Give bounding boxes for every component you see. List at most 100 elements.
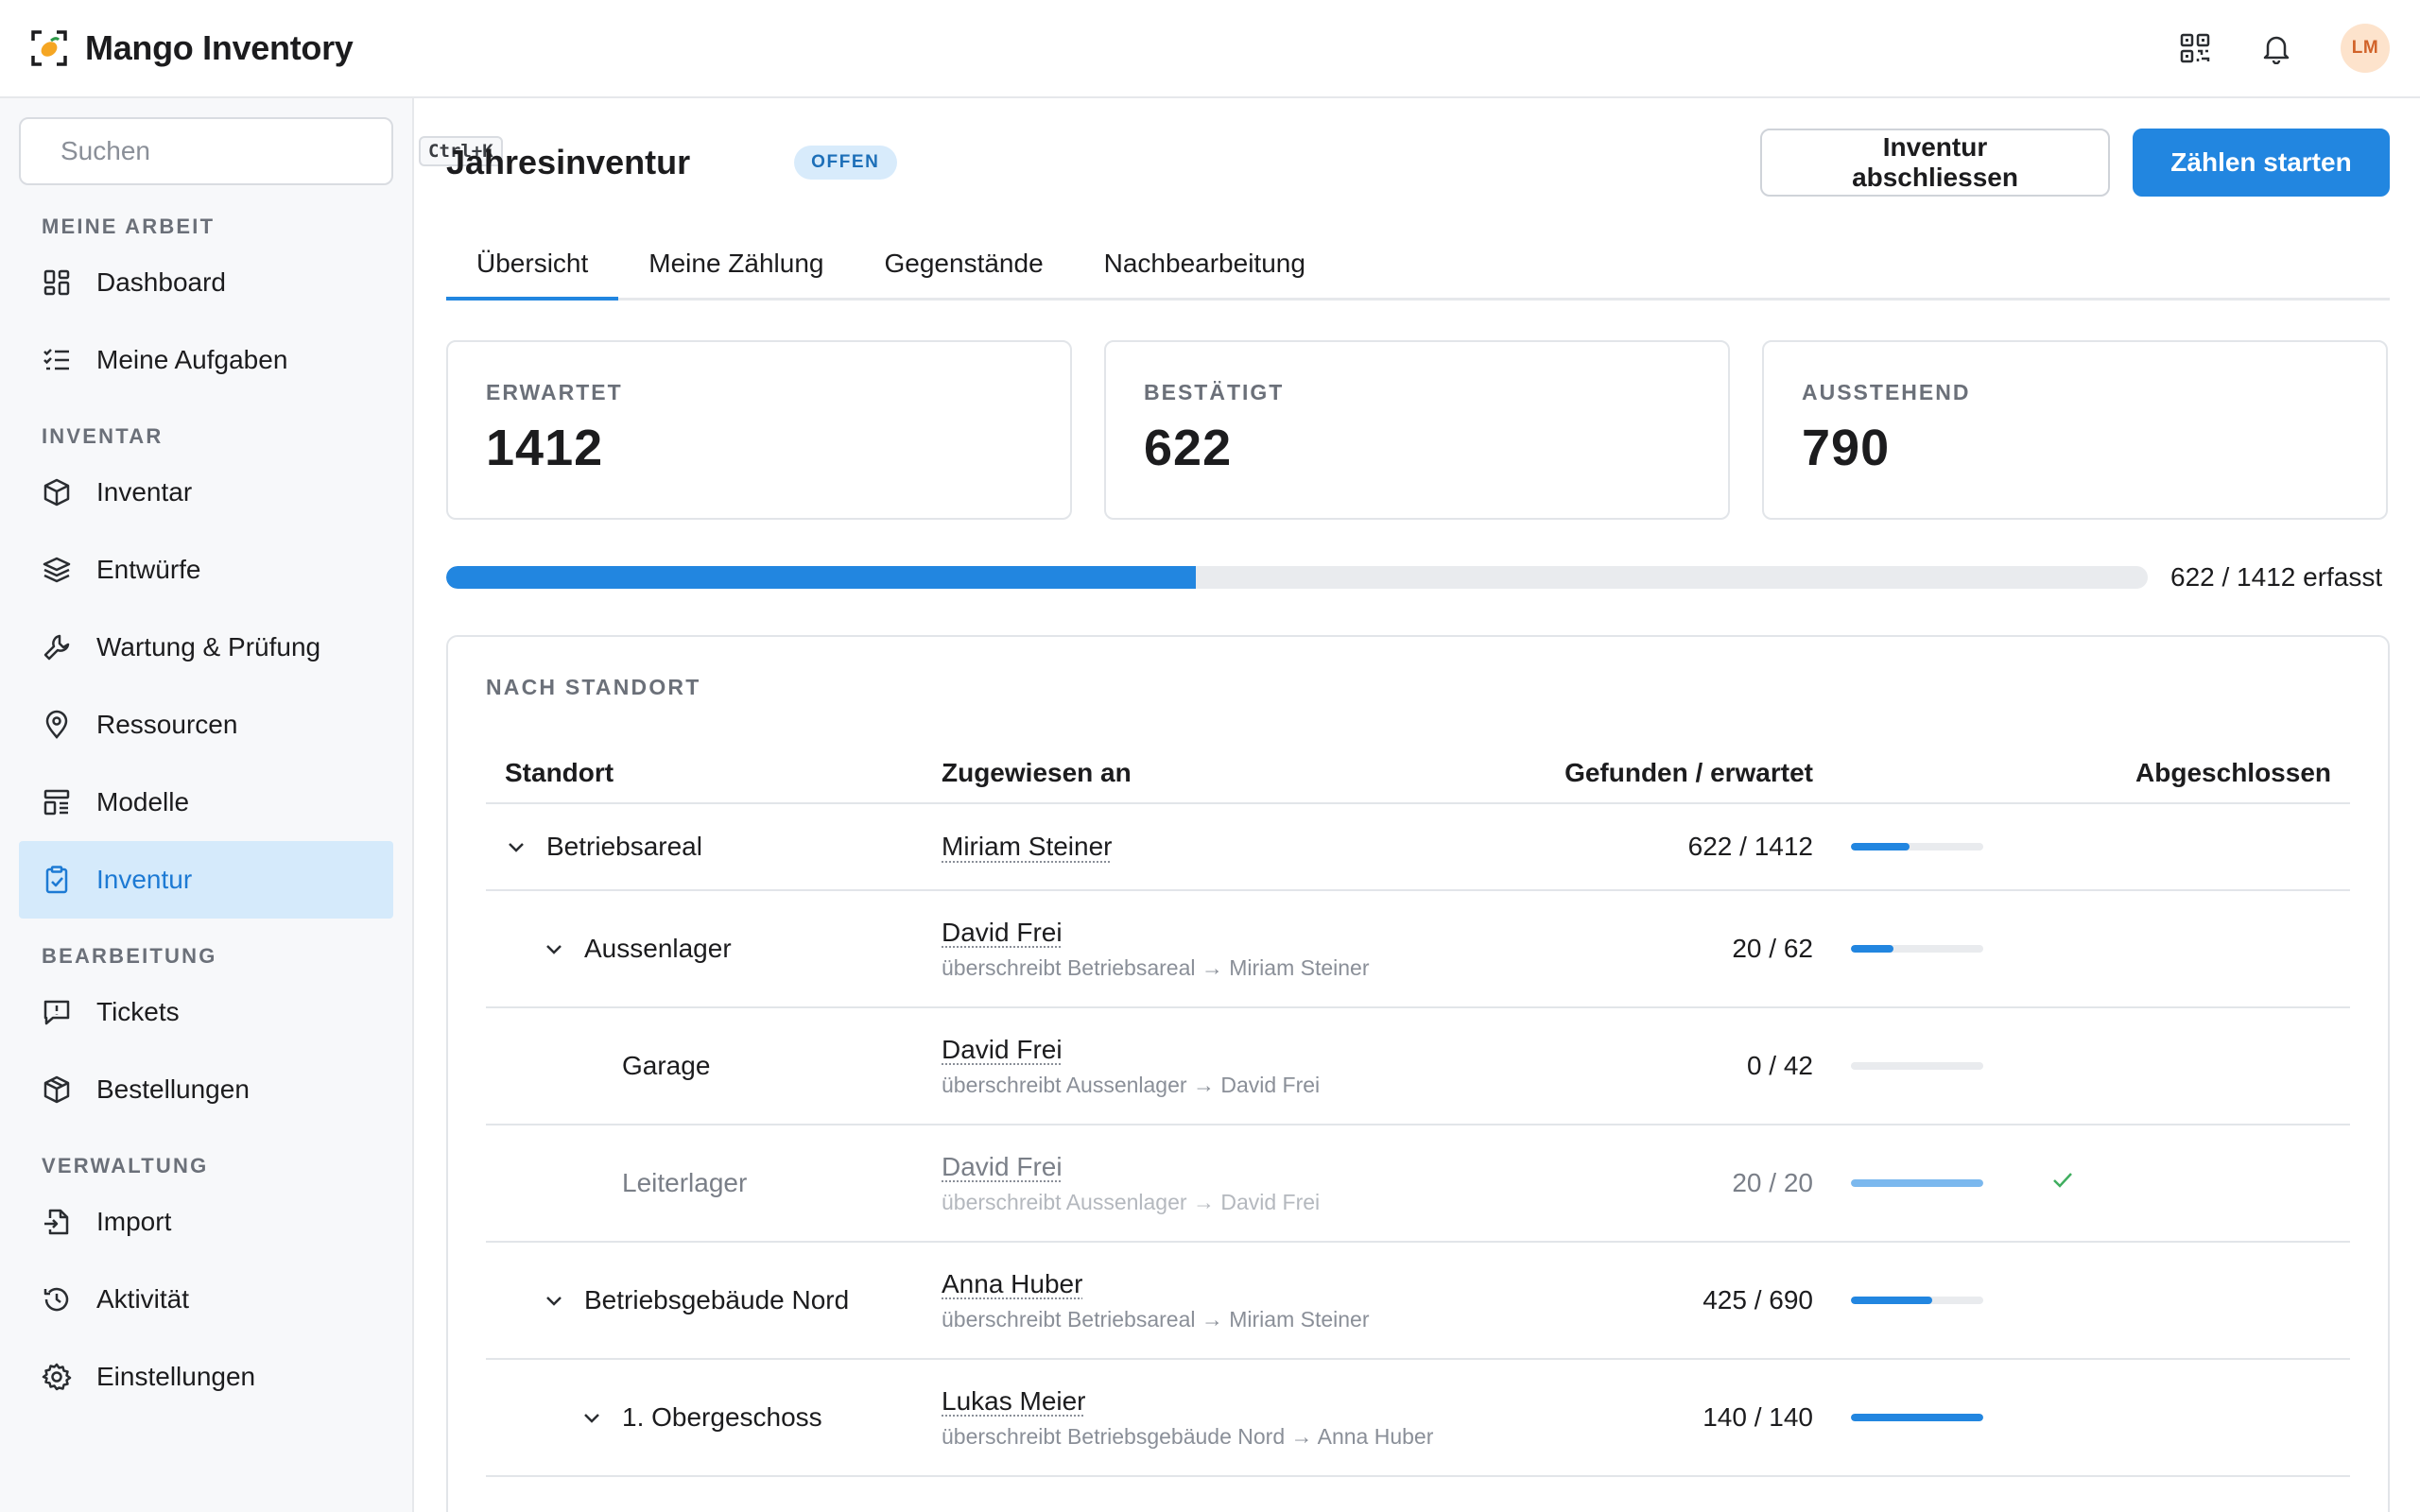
panel-title: NACH STANDORT	[486, 675, 701, 699]
box-icon	[43, 478, 70, 507]
chevron-down-icon[interactable]	[543, 1289, 565, 1312]
stats-row: ERWARTET 1412 BESTÄTIGT 622 AUSSTEHEND 7…	[446, 340, 2390, 520]
nav-section-inventar: INVENTAR	[42, 424, 164, 448]
sidebar-item-label: Bestellungen	[96, 1074, 250, 1104]
row-progress	[1813, 1062, 2021, 1070]
assignee-cell: Miriam Steiner	[942, 832, 1471, 862]
search-box[interactable]: Ctrl+K	[19, 117, 503, 185]
bell-icon[interactable]	[2259, 31, 2293, 65]
sidebar-item-inventar[interactable]: Inventar	[19, 454, 393, 531]
sidebar-item-import[interactable]: Import	[19, 1183, 393, 1261]
page-header: Jahresinventur OFFEN Inventur abschliess…	[446, 98, 2390, 227]
row-progress-track	[1851, 1414, 1983, 1421]
qr-code-icon[interactable]	[2178, 31, 2212, 65]
tab-meine-zaehlung[interactable]: Meine Zählung	[618, 249, 854, 298]
brand[interactable]: Mango Inventory	[30, 28, 354, 68]
sidebar-item-label: Tickets	[96, 997, 180, 1026]
sidebar-item-label: Entwürfe	[96, 555, 201, 584]
overall-progress: 622 / 1412 erfasst	[446, 562, 2390, 592]
table-row[interactable]: Leiterlager David Frei überschreibt Aussen…	[486, 1125, 2350, 1243]
assignee-cell: David Frei überschreibt Betriebsareal → M…	[942, 918, 1471, 981]
page-title: Jahresinventur	[446, 143, 691, 181]
stat-label: AUSSTEHEND	[1802, 380, 1971, 404]
sidebar-item-bestellungen[interactable]: Bestellungen	[19, 1051, 393, 1128]
assignee-cell: Anna Huber überschreibt Betriebsareal → M…	[942, 1269, 1471, 1332]
sidebar-item-label: Modelle	[96, 787, 190, 816]
sidebar-item-entwuerfe[interactable]: Entwürfe	[19, 531, 393, 609]
location-name: 1. Obergeschoss	[622, 1402, 822, 1432]
found-expected-count: 140 / 140	[1703, 1402, 1813, 1432]
assignee-cell: David Frei überschreibt Aussenlager → Dav…	[942, 1035, 1471, 1098]
row-progress-fill	[1851, 945, 1894, 953]
chevron-down-icon[interactable]	[580, 1406, 603, 1429]
file-import-icon	[44, 1209, 69, 1235]
overall-progress-fill	[446, 566, 1196, 589]
assignee-link[interactable]: Anna Huber	[942, 1269, 1082, 1298]
table-body: Betriebsareal Miriam Steiner 622 / 1412 Aus…	[486, 804, 2350, 1477]
override-note: überschreibt Aussenlager → David Frei	[942, 1189, 1321, 1214]
tab-uebersicht[interactable]: Übersicht	[446, 249, 619, 301]
assignee-link[interactable]: Lukas Meier	[942, 1386, 1086, 1416]
sidebar-item-dashboard[interactable]: Dashboard	[19, 244, 393, 321]
close-inventory-button[interactable]: Inventur abschliessen	[1760, 129, 2110, 197]
nav-section-verwaltung: VERWALTUNG	[42, 1154, 209, 1177]
message-alert-icon	[43, 1000, 70, 1025]
sidebar-item-label: Aktivität	[96, 1284, 190, 1314]
location-name: Betriebsgebäude Nord	[584, 1285, 850, 1314]
assignee-link[interactable]: David Frei	[942, 1152, 1063, 1181]
sidebar-item-modelle[interactable]: Modelle	[19, 764, 393, 841]
stat-card-confirmed: BESTÄTIGT 622	[1104, 340, 1730, 520]
stat-card-pending: AUSSTEHEND 790	[1762, 340, 2388, 520]
location-pin-icon	[45, 710, 68, 739]
assignee-link[interactable]: Miriam Steiner	[942, 832, 1112, 861]
gear-icon	[42, 1363, 72, 1391]
row-progress-fill	[1851, 1414, 1983, 1421]
table-row[interactable]: Betriebsareal Miriam Steiner 622 / 1412	[486, 804, 2350, 891]
found-expected-count: 0 / 42	[1746, 1051, 1813, 1080]
row-progress-track	[1851, 945, 1983, 953]
location-cell: 1. Obergeschoss	[486, 1402, 942, 1433]
row-progress-track	[1851, 1297, 1983, 1304]
nav-section-meine-arbeit: MEINE ARBEIT	[42, 215, 216, 238]
tab-gegenstaende[interactable]: Gegenstände	[855, 249, 1074, 298]
template-icon	[43, 789, 70, 816]
table-row[interactable]: Garage David Frei überschreibt Aussenlager…	[486, 1008, 2350, 1125]
sidebar-item-ressourcen[interactable]: Ressourcen	[19, 686, 393, 764]
search-input[interactable]	[60, 136, 402, 166]
sidebar-item-meine-aufgaben[interactable]: Meine Aufgaben	[19, 321, 393, 399]
sidebar-item-einstellungen[interactable]: Einstellungen	[19, 1338, 393, 1416]
location-cell: Aussenlager	[486, 934, 942, 964]
assignee-cell: David Frei überschreibt Aussenlager → Dav…	[942, 1152, 1471, 1215]
assignee-link[interactable]: David Frei	[942, 918, 1063, 947]
locations-table: Standort Zugewiesen an Gefunden / erwart…	[486, 744, 2350, 1477]
sidebar-item-inventur[interactable]: Inventur	[19, 841, 393, 919]
tab-bar: Übersicht Meine Zählung Gegenstände Nach…	[446, 227, 2390, 301]
column-header-done: Abgeschlossen	[2135, 758, 2331, 787]
row-progress-track	[1851, 1062, 1983, 1070]
table-row[interactable]: 1. Obergeschoss Lukas Meier überschreibt B…	[486, 1360, 2350, 1477]
sidebar-item-aktivitaet[interactable]: Aktivität	[19, 1261, 393, 1338]
sidebar-item-label: Wartung & Prüfung	[96, 632, 321, 662]
table-row[interactable]: Betriebsgebäude Nord Anna Huber überschrei…	[486, 1243, 2350, 1360]
assignee-link[interactable]: David Frei	[942, 1035, 1063, 1064]
table-row[interactable]: Aussenlager David Frei überschreibt Betrie…	[486, 891, 2350, 1008]
found-expected-count: 20 / 20	[1732, 1168, 1813, 1197]
chevron-down-icon[interactable]	[505, 835, 527, 858]
wrench-icon	[43, 634, 70, 661]
overall-progress-text: 622 / 1412 erfasst	[2170, 562, 2383, 592]
row-progress	[1813, 1179, 2021, 1187]
sidebar-item-label: Ressourcen	[96, 710, 238, 739]
override-note: überschreibt Betriebsgebäude Nord → Anna…	[942, 1423, 1434, 1449]
start-counting-button[interactable]: Zählen starten	[2133, 129, 2390, 197]
checklist-icon	[43, 349, 69, 370]
chevron-down-icon[interactable]	[543, 937, 565, 960]
sidebar-item-tickets[interactable]: Tickets	[19, 973, 393, 1051]
stat-value: 622	[1144, 420, 1233, 476]
nav-section-bearbeitung: BEARBEITUNG	[42, 944, 217, 968]
app-logo-icon	[31, 30, 67, 66]
user-avatar[interactable]: LM	[2341, 24, 2390, 73]
tab-nachbearbeitung[interactable]: Nachbearbeitung	[1074, 249, 1336, 298]
sidebar-item-wartung[interactable]: Wartung & Prüfung	[19, 609, 393, 686]
assignee-cell: Lukas Meier überschreibt Betriebsgebäude …	[942, 1386, 1471, 1450]
sidebar: Ctrl+K MEINE ARBEIT Dashboard Meine Aufg…	[0, 98, 503, 1512]
